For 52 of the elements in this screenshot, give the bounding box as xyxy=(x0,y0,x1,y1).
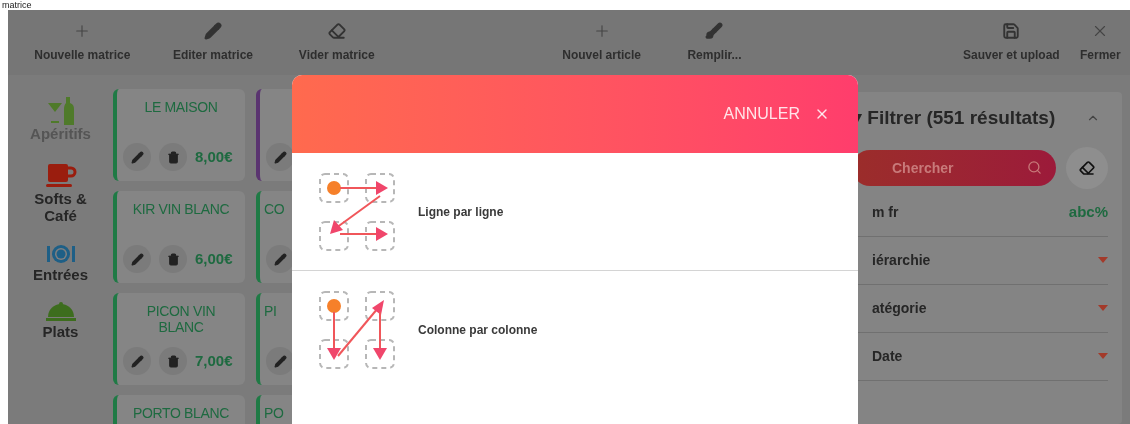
category-item[interactable]: Entrées xyxy=(20,242,101,283)
category-item[interactable]: Plats xyxy=(20,301,101,340)
cloche-icon xyxy=(43,301,78,323)
brush-icon xyxy=(705,21,724,40)
eraser-icon xyxy=(327,21,346,40)
toolbar-button[interactable]: Nouvelle matrice xyxy=(18,21,147,64)
article-card[interactable]: KIR VIN BLANC 6,00€ xyxy=(113,191,245,283)
dropdown-caret-icon xyxy=(1098,257,1108,263)
edit-button[interactable] xyxy=(266,143,294,171)
dropdown-caret-icon xyxy=(1098,305,1108,311)
pencil-icon xyxy=(273,252,287,266)
trash-icon xyxy=(166,354,180,368)
delete-button[interactable] xyxy=(159,245,187,273)
edit-button[interactable] xyxy=(266,347,294,375)
pencil-icon xyxy=(273,354,287,368)
article-price: 7,00€ xyxy=(195,350,233,371)
page-caption: matrice xyxy=(2,0,32,10)
trash-icon xyxy=(166,150,180,164)
edit-button[interactable] xyxy=(266,245,294,273)
pencil-icon xyxy=(130,354,144,368)
article-name: PI xyxy=(263,303,277,319)
article-name: CO xyxy=(263,201,285,217)
article-card[interactable]: PICON VIN BLANC 7,00€ xyxy=(113,293,245,385)
toolbar-button[interactable]: Vider matrice xyxy=(282,21,392,64)
article-price: 6,00€ xyxy=(195,248,233,269)
pencil-icon xyxy=(273,150,287,164)
article-name: KIR VIN BLANC xyxy=(131,201,231,217)
article-name: PORTO BLANC xyxy=(132,405,230,421)
search-icon xyxy=(1027,159,1042,175)
article-card[interactable]: PORTO BLANC xyxy=(113,395,245,424)
clear-filter-button[interactable] xyxy=(1066,146,1108,189)
article-name: PICON VIN BLANC xyxy=(145,303,217,335)
article-name: PO xyxy=(263,405,284,421)
eraser-icon xyxy=(1079,159,1095,176)
pencil-icon xyxy=(130,150,144,164)
dropdown-caret-icon xyxy=(1098,353,1108,359)
pencil-icon xyxy=(130,252,144,266)
category-item[interactable]: Softs & Café xyxy=(20,160,101,224)
article-card[interactable]: LE MAISON 8,00€ xyxy=(113,89,245,181)
article-name: LE MAISON xyxy=(143,99,219,115)
pencil-icon xyxy=(203,21,222,40)
cancel-button[interactable]: ANNULER xyxy=(723,102,830,126)
toolbar-button[interactable]: Editer matrice xyxy=(158,21,268,64)
trash-icon xyxy=(166,252,180,266)
toolbar-button[interactable]: Sauver et upload xyxy=(952,21,1071,64)
delete-button[interactable] xyxy=(159,143,187,171)
delete-button[interactable] xyxy=(159,347,187,375)
toolbar-button[interactable]: Remplir... xyxy=(669,21,759,64)
article-price: 8,00€ xyxy=(195,146,233,167)
toolbar-button[interactable]: Nouvel article xyxy=(547,21,656,64)
toolbar-button[interactable]: Fermer xyxy=(1070,21,1130,64)
fill-order-option[interactable]: Ligne par ligne xyxy=(292,153,858,271)
